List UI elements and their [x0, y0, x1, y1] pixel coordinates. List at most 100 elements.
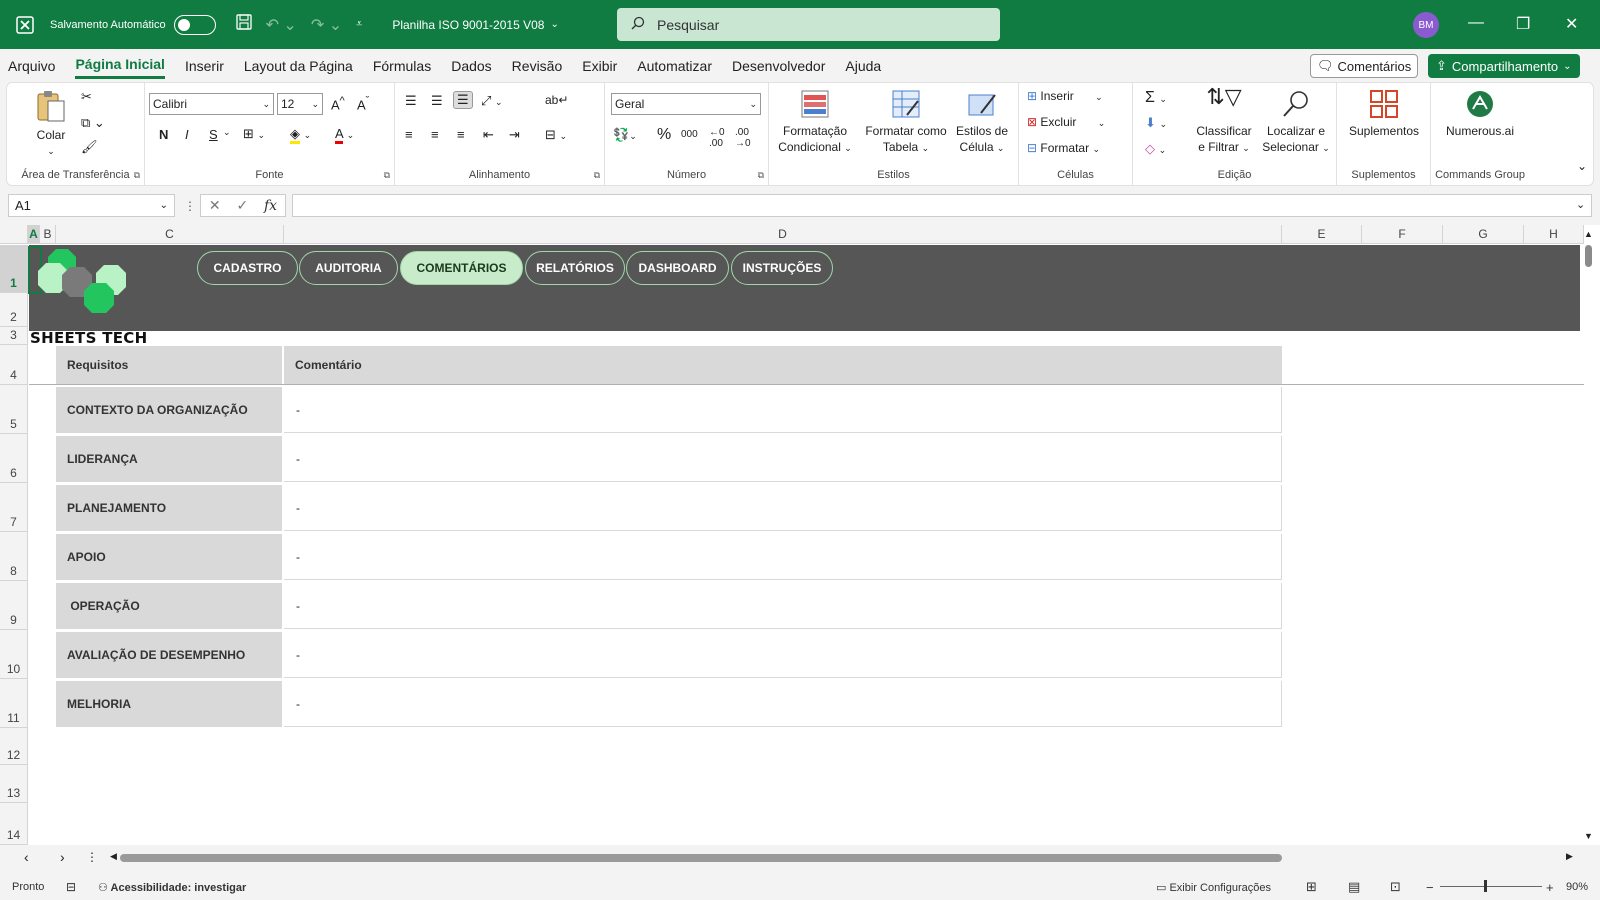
comment-cell[interactable]: -: [284, 387, 1282, 433]
req-cell[interactable]: CONTEXTO DA ORGANIZAÇÃO: [56, 387, 282, 433]
minimize-icon[interactable]: —: [1468, 14, 1484, 32]
menu-arquivo[interactable]: Arquivo: [8, 54, 55, 78]
customize-toolbar-icon[interactable]: ⩡: [356, 18, 362, 31]
row-header-14[interactable]: 14: [0, 803, 28, 845]
req-cell[interactable]: PLANEJAMENTO: [56, 485, 282, 531]
increase-decimal-icon[interactable]: ←0.00: [709, 127, 725, 149]
req-cell[interactable]: MELHORIA: [56, 681, 282, 727]
zoom-in-icon[interactable]: +: [1546, 880, 1554, 895]
req-cell[interactable]: OPERAÇÃO: [56, 583, 282, 629]
currency-icon[interactable]: 💱⌄: [613, 127, 637, 143]
row-header-12[interactable]: 12: [0, 728, 28, 765]
dialog-launcher-icon[interactable]: ⧉: [758, 170, 764, 181]
chevron-down-icon[interactable]: ⌄: [223, 127, 231, 138]
delete-cells-button[interactable]: ⊠ Excluir ⌄: [1027, 115, 1105, 129]
increase-indent-icon[interactable]: ⇥: [509, 127, 520, 143]
menu-layout[interactable]: Layout da Página: [244, 54, 353, 78]
redo-icon[interactable]: ↷ ⌄: [311, 15, 342, 35]
macro-record-icon[interactable]: ⊟: [66, 880, 76, 894]
next-sheet-icon[interactable]: ›: [60, 849, 65, 865]
sort-filter-button[interactable]: ⇅▽ Classificar e Filtrar ⌄: [1191, 86, 1257, 156]
dialog-launcher-icon[interactable]: ⧉: [384, 170, 390, 181]
decrease-decimal-icon[interactable]: .00 →0: [735, 127, 751, 149]
fill-icon[interactable]: ⬇ ⌄: [1145, 115, 1167, 131]
menu-formulas[interactable]: Fórmulas: [373, 54, 431, 78]
req-cell[interactable]: AVALIAÇÃO DE DESEMPENHO: [56, 632, 282, 678]
menu-revisao[interactable]: Revisão: [512, 54, 563, 78]
select-all-corner[interactable]: [0, 225, 28, 244]
menu-automatizar[interactable]: Automatizar: [637, 54, 712, 78]
comment-cell[interactable]: -: [284, 534, 1282, 580]
undo-icon[interactable]: ↶ ⌄: [266, 15, 297, 35]
vertical-scroll-thumb[interactable]: [1585, 245, 1592, 267]
wrap-text-icon[interactable]: ab↵: [545, 93, 568, 107]
file-name[interactable]: Planilha ISO 9001-2015 V08 ⌄: [392, 18, 559, 32]
merge-center-icon[interactable]: ⊟ ⌄: [545, 127, 567, 143]
column-header-f[interactable]: F: [1362, 225, 1443, 244]
scroll-left-icon[interactable]: ◀: [110, 851, 117, 862]
autosum-icon[interactable]: Σ ⌄: [1145, 89, 1167, 107]
copy-icon[interactable]: ⧉ ⌄: [81, 115, 105, 131]
comment-cell[interactable]: -: [284, 681, 1282, 727]
row-header-8[interactable]: 8: [0, 532, 28, 581]
paste-button[interactable]: Colar ⌄: [33, 89, 69, 159]
align-middle-icon[interactable]: ☰: [431, 93, 443, 109]
cell-styles-button[interactable]: Estilos de Célula ⌄: [949, 89, 1015, 156]
req-cell[interactable]: LIDERANÇA: [56, 436, 282, 482]
expand-formula-icon[interactable]: ⌄: [1576, 198, 1585, 211]
align-center-icon[interactable]: ≡: [431, 127, 439, 142]
font-color-icon[interactable]: A ⌄: [335, 126, 354, 144]
dialog-launcher-icon[interactable]: ⧉: [594, 170, 600, 181]
fill-color-icon[interactable]: ◈ ⌄: [290, 126, 311, 144]
prev-sheet-icon[interactable]: ‹: [24, 849, 29, 865]
more-options-icon[interactable]: ⋮: [184, 199, 196, 213]
font-size-select[interactable]: 12 ⌄: [277, 93, 323, 115]
column-header-c[interactable]: C: [56, 225, 284, 244]
vertical-scrollbar[interactable]: ▲ ▼: [1583, 229, 1595, 845]
align-bottom-icon[interactable]: ☰: [453, 91, 473, 109]
restore-icon[interactable]: ❐: [1516, 14, 1530, 34]
more-sheets-icon[interactable]: ⋮: [86, 850, 98, 864]
row-header-9[interactable]: 9: [0, 581, 28, 630]
normal-view-icon[interactable]: ⊞: [1306, 879, 1317, 895]
row-header-13[interactable]: 13: [0, 765, 28, 803]
column-header-h[interactable]: H: [1524, 225, 1584, 244]
underline-button[interactable]: S: [209, 127, 218, 142]
avatar[interactable]: BM: [1413, 12, 1439, 38]
decrease-indent-icon[interactable]: ⇤: [483, 127, 494, 143]
cancel-icon[interactable]: ✕: [209, 197, 221, 214]
row-header-3[interactable]: 3: [0, 327, 28, 345]
menu-desenvolvedor[interactable]: Desenvolvedor: [732, 54, 825, 78]
menu-pagina-inicial[interactable]: Página Inicial: [75, 52, 165, 79]
nav-relatorios-button[interactable]: RELATÓRIOS: [525, 251, 625, 285]
conditional-formatting-button[interactable]: Formatação Condicional ⌄: [773, 89, 857, 156]
nav-comentarios-button[interactable]: COMENTÁRIOS: [400, 251, 523, 285]
format-as-table-button[interactable]: Formatar como Tabela ⌄: [861, 89, 951, 156]
insert-function-button[interactable]: fx: [264, 198, 277, 214]
row-header-10[interactable]: 10: [0, 630, 28, 679]
align-left-icon[interactable]: ≡: [405, 127, 413, 142]
align-top-icon[interactable]: ☰: [405, 93, 417, 109]
bold-button[interactable]: N: [159, 127, 168, 142]
row-header-4[interactable]: 4: [0, 345, 28, 385]
italic-button[interactable]: I: [185, 127, 189, 142]
enter-icon[interactable]: ✓: [236, 197, 248, 214]
insert-cells-button[interactable]: ⊞ Inserir ⌄: [1027, 89, 1103, 103]
nav-instrucoes-button[interactable]: INSTRUÇÕES: [731, 251, 833, 285]
column-header-g[interactable]: G: [1443, 225, 1524, 244]
req-cell[interactable]: APOIO: [56, 534, 282, 580]
clear-icon[interactable]: ◇ ⌄: [1145, 141, 1166, 157]
column-header-b[interactable]: B: [40, 225, 56, 244]
scroll-down-icon[interactable]: ▼: [1584, 831, 1593, 841]
menu-exibir[interactable]: Exibir: [582, 54, 617, 78]
row-header-7[interactable]: 7: [0, 483, 28, 532]
comment-cell[interactable]: -: [284, 485, 1282, 531]
font-name-select[interactable]: Calibri ⌄: [149, 93, 274, 115]
row-header-1[interactable]: 1: [0, 245, 28, 293]
zoom-slider[interactable]: [1440, 886, 1542, 887]
scroll-up-icon[interactable]: ▲: [1584, 229, 1593, 239]
format-cells-button[interactable]: ⊟ Formatar ⌄: [1027, 141, 1100, 155]
zoom-level[interactable]: 90%: [1566, 881, 1588, 893]
autosave-toggle[interactable]: [173, 14, 216, 35]
number-format-select[interactable]: Geral ⌄: [611, 93, 761, 115]
